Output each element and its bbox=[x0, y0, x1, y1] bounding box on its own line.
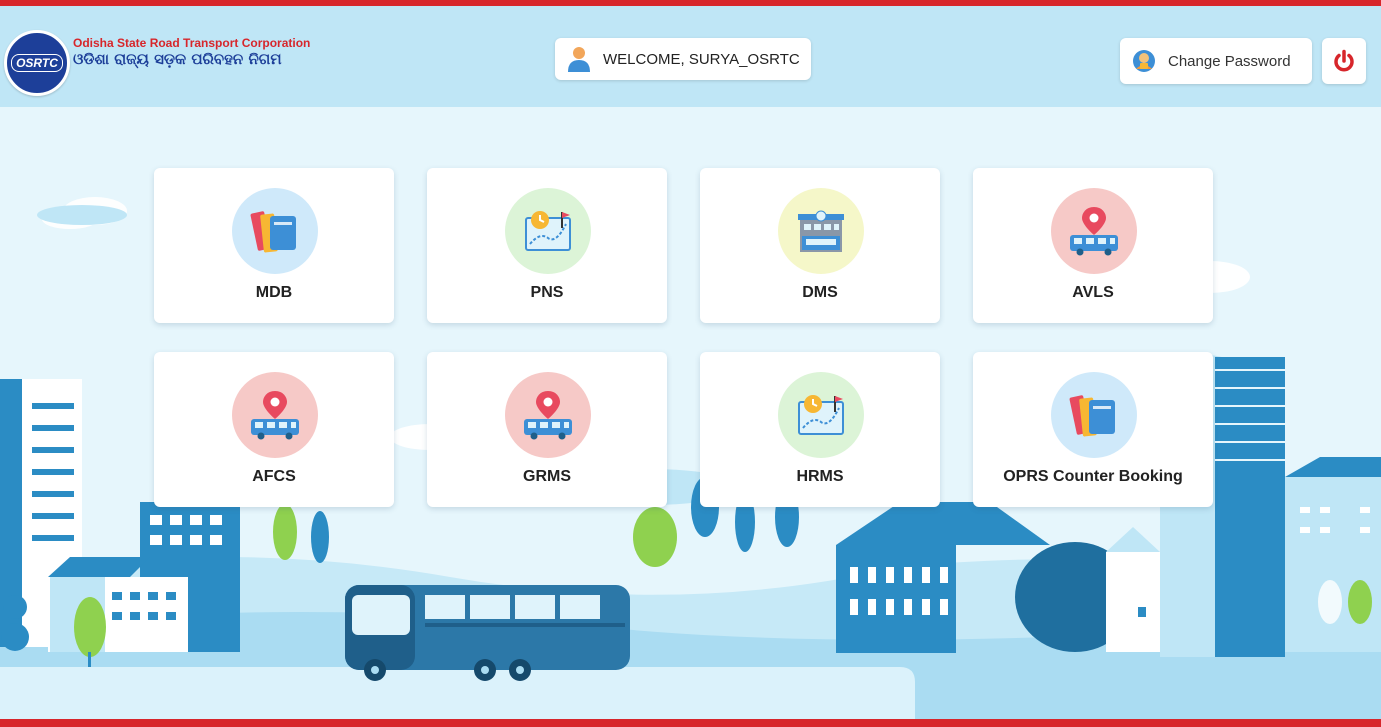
module-label: PNS bbox=[530, 284, 564, 301]
top-accent-bar bbox=[0, 0, 1381, 6]
depot-building-icon bbox=[778, 188, 864, 274]
module-card-mdb[interactable]: MDB bbox=[154, 168, 394, 323]
welcome-badge: WELCOME, SURYA_OSRTC bbox=[555, 38, 811, 80]
module-card-oprs-counter-booking[interactable]: OPRS Counter Booking bbox=[973, 352, 1213, 507]
module-label: AFCS bbox=[252, 468, 296, 485]
logout-button[interactable] bbox=[1322, 38, 1366, 84]
change-password-label: Change Password bbox=[1168, 52, 1291, 70]
org-name-odia: ଓଡିଶା ରାଜ୍ୟ ସଡ଼କ ପରିବହନ ନିଗମ bbox=[73, 50, 282, 68]
header-bar: OSRTC Odisha State Road Transport Corpor… bbox=[0, 6, 1381, 107]
folders-icon bbox=[1051, 372, 1137, 458]
module-label: GRMS bbox=[523, 468, 571, 485]
bus-location-icon bbox=[1051, 188, 1137, 274]
bottom-accent-bar bbox=[0, 719, 1381, 727]
user-lock-icon bbox=[1133, 50, 1155, 72]
module-label: HRMS bbox=[796, 468, 844, 485]
module-card-pns[interactable]: PNS bbox=[427, 168, 667, 323]
org-name-english: Odisha State Road Transport Corporation bbox=[73, 36, 311, 50]
dashboard-area: MDB PNS DMS AVLS AFCS GRMS HRMS OPRS Cou… bbox=[0, 107, 1381, 719]
module-label: AVLS bbox=[1072, 284, 1114, 301]
logo-text: OSRTC bbox=[11, 54, 63, 72]
module-label: DMS bbox=[802, 284, 838, 301]
bus-location-icon bbox=[232, 372, 318, 458]
brand-logo: OSRTC Odisha State Road Transport Corpor… bbox=[4, 30, 310, 96]
module-card-dms[interactable]: DMS bbox=[700, 168, 940, 323]
user-icon bbox=[568, 47, 590, 72]
module-card-hrms[interactable]: HRMS bbox=[700, 352, 940, 507]
power-icon bbox=[1334, 49, 1354, 72]
bus-illustration bbox=[345, 585, 630, 681]
change-password-button[interactable]: Change Password bbox=[1120, 38, 1312, 84]
module-card-afcs[interactable]: AFCS bbox=[154, 352, 394, 507]
module-label: OPRS Counter Booking bbox=[1003, 468, 1183, 485]
module-card-avls[interactable]: AVLS bbox=[973, 168, 1213, 323]
osrtc-logo: OSRTC bbox=[4, 30, 70, 96]
folders-icon bbox=[232, 188, 318, 274]
route-map-icon bbox=[778, 372, 864, 458]
module-card-grms[interactable]: GRMS bbox=[427, 352, 667, 507]
module-label: MDB bbox=[255, 284, 293, 301]
route-map-icon bbox=[505, 188, 591, 274]
welcome-text: WELCOME, SURYA_OSRTC bbox=[603, 50, 800, 68]
org-name-block: Odisha State Road Transport Corporation … bbox=[73, 36, 310, 68]
bus-location-icon bbox=[505, 372, 591, 458]
